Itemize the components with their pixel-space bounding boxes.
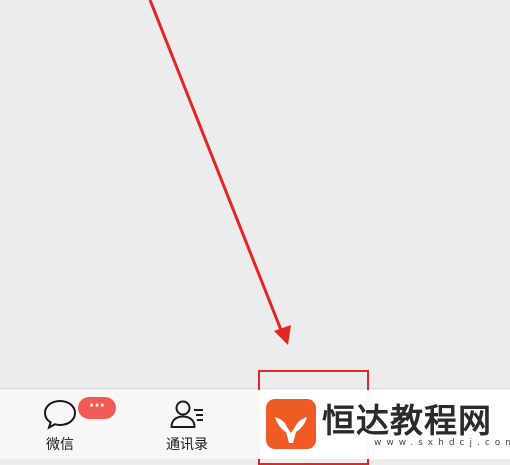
watermark-domain: www.sxhdcj.com [374,438,510,448]
tab-contacts-label: 通讯录 [166,437,208,453]
unread-badge: ··· [78,397,116,419]
watermark-title: 恒达教程网 [322,401,492,440]
whale-logo-icon [266,399,316,449]
tab-wechat-label: 微信 [46,437,74,453]
tab-contacts[interactable]: 通讯录 [137,389,237,459]
tab-wechat[interactable]: ··· 微信 [10,389,116,459]
watermark: 恒达教程网 www.sxhdcj.com [258,390,510,459]
chat-bubble-icon [43,399,77,430]
contacts-icon [170,400,203,428]
main-content-area [0,0,510,388]
